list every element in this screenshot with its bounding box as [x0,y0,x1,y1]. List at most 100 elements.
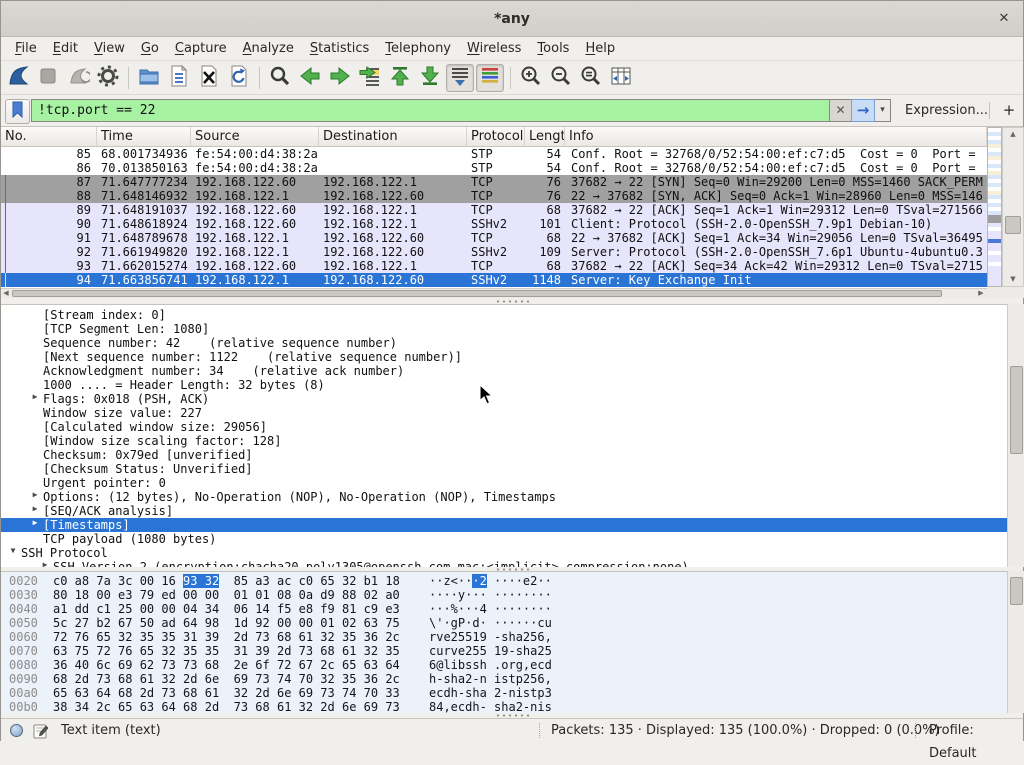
hex-row[interactable]: 00a0 65 63 64 68 2d 73 68 61 32 2d 6e 69… [1,686,1007,700]
detail-line[interactable]: Sequence number: 42 (relative sequence n… [1,336,1007,350]
zoom-in-button[interactable] [517,64,545,92]
detail-line[interactable]: [Calculated window size: 29056] [1,420,1007,434]
scrollbar-thumb[interactable] [1005,216,1021,234]
hex-row[interactable]: 0050 5c 27 b2 67 50 ad 64 98 1d 92 00 00… [1,616,1007,630]
scroll-up-arrow-icon[interactable]: ▲ [1003,128,1023,141]
menu-item[interactable]: View [86,37,133,61]
packet-list-vertical-scrollbar[interactable]: ▲ ▼ [1002,127,1024,287]
hex-row[interactable]: 0080 36 40 6c 69 62 73 73 68 2e 6f 72 67… [1,658,1007,672]
expander-icon[interactable] [27,448,43,462]
menu-item[interactable]: Wireless [459,37,529,61]
open-file-button[interactable] [135,64,163,92]
save-file-button[interactable] [165,64,193,92]
auto-scroll-toggle[interactable] [446,64,474,92]
go-back-button[interactable] [296,64,324,92]
display-filter-input[interactable] [31,99,829,122]
hex-row[interactable]: 0040 a1 dd c1 25 00 00 04 34 06 14 f5 e8… [1,602,1007,616]
column-header-protocol[interactable]: Protocol [467,127,525,146]
expander-icon[interactable] [27,336,43,350]
column-header-destination[interactable]: Destination [319,127,467,146]
detail-line[interactable]: ▶ [SEQ/ACK analysis] [1,504,1007,518]
capture-options-button[interactable] [94,64,122,92]
expander-icon[interactable] [27,462,43,476]
go-forward-button[interactable] [326,64,354,92]
hex-ascii[interactable]: ···%···4 ········ [421,602,552,616]
detail-line[interactable]: [Stream index: 0] [1,308,1007,322]
close-window-button[interactable]: ✕ [995,10,1013,28]
hex-row[interactable]: 0030 80 18 00 e3 79 ed 00 00 01 01 08 0a… [1,588,1007,602]
menu-item[interactable]: Edit [45,37,86,61]
column-header-no[interactable]: No. [1,127,97,146]
menu-item[interactable]: Tools [529,37,577,61]
stop-capture-button[interactable] [34,64,62,92]
hex-bytes[interactable]: 63 75 72 76 65 32 35 35 31 39 2d 73 68 6… [53,644,421,658]
go-first-packet-button[interactable] [386,64,414,92]
scroll-left-arrow-icon[interactable]: ◀ [1,289,11,298]
scrollbar-thumb[interactable] [1010,577,1023,605]
menu-item[interactable]: File [7,37,45,61]
capture-comment-icon[interactable] [33,723,49,743]
hex-ascii[interactable]: ··z<···2 ····e2·· [421,574,552,588]
expander-icon[interactable]: ▶ [27,490,43,504]
find-packet-button[interactable] [266,64,294,92]
filter-apply-button[interactable]: → [851,99,875,122]
hex-row[interactable]: 0060 72 76 65 32 35 35 31 39 2d 73 68 61… [1,630,1007,644]
column-header-source[interactable]: Source [191,127,319,146]
detail-line[interactable]: ▼ SSH Protocol [1,546,1007,560]
hex-bytes[interactable]: 38 34 2c 65 63 64 68 2d 73 68 61 32 2d 6… [53,700,421,713]
add-filter-button[interactable]: + [999,99,1019,122]
go-to-packet-button[interactable] [356,64,384,92]
profile-label[interactable]: Profile: Default [929,719,1023,743]
filter-bookmark-button[interactable] [5,99,30,124]
packet-row[interactable]: 89 71.648191037 192.168.122.60 192.168.1… [1,203,987,217]
scroll-down-arrow-icon[interactable]: ▼ [1003,273,1023,286]
packet-row[interactable]: 91 71.648789678 192.168.122.1 192.168.12… [1,231,987,245]
hex-row[interactable]: 0070 63 75 72 76 65 32 35 35 31 39 2d 73… [1,644,1007,658]
expander-icon[interactable]: ▼ [5,546,21,560]
packet-row[interactable]: 88 71.648146932 192.168.122.1 192.168.12… [1,189,987,203]
detail-line[interactable]: TCP payload (1080 bytes) [1,532,1007,546]
detail-line[interactable]: [Next sequence number: 1122 (relative se… [1,350,1007,364]
menu-item[interactable]: Help [577,37,623,61]
hex-ascii[interactable]: curve255 19-sha25 [421,644,552,658]
hex-ascii[interactable]: ecdh-sha 2-nistp3 [421,686,552,700]
hex-bytes[interactable]: 65 63 64 68 2d 73 68 61 32 2d 6e 69 73 7… [53,686,421,700]
detail-line[interactable]: [Window size scaling factor: 128] [1,434,1007,448]
hex-ascii[interactable]: 84,ecdh- sha2-nis [421,700,552,713]
zoom-reset-button[interactable] [577,64,605,92]
close-file-button[interactable] [195,64,223,92]
detail-line[interactable]: 1000 .... = Header Length: 32 bytes (8) [1,378,1007,392]
detail-line[interactable]: Window size value: 227 [1,406,1007,420]
colorize-toggle[interactable] [476,64,504,92]
expander-icon[interactable] [27,476,43,490]
hex-bytes[interactable]: 72 76 65 32 35 35 31 39 2d 73 68 61 32 3… [53,630,421,644]
restart-capture-button[interactable] [64,64,92,92]
packet-row[interactable]: 94 71.663856741 192.168.122.1 192.168.12… [1,273,987,287]
expander-icon[interactable] [27,420,43,434]
hex-ascii[interactable]: \'·gP·d· ······cu [421,616,552,630]
title-bar[interactable]: *any ✕ [1,1,1023,37]
expander-icon[interactable] [27,308,43,322]
detail-line[interactable]: Checksum: 0x79ed [unverified] [1,448,1007,462]
expander-icon[interactable] [27,406,43,420]
expander-icon[interactable]: ▶ [27,518,43,532]
column-header-info[interactable]: Info [565,127,987,146]
expander-icon[interactable] [27,434,43,448]
detail-line[interactable]: ▶ Flags: 0x018 (PSH, ACK) [1,392,1007,406]
menu-item[interactable]: Statistics [302,37,377,61]
detail-line[interactable]: ▶ SSH Version 2 (encryption:chacha20-pol… [1,560,1007,567]
packet-list-horizontal-scrollbar[interactable]: ◀ ▶ [1,288,987,298]
packet-row[interactable]: 86 70.013850163 fe:54:00:d4:38:2a STP 54… [1,161,987,175]
scrollbar-thumb[interactable] [1010,366,1023,454]
menu-item[interactable]: Go [133,37,167,61]
scroll-right-arrow-icon[interactable]: ▶ [976,289,986,298]
hex-bytes[interactable]: 5c 27 b2 67 50 ad 64 98 1d 92 00 00 01 0… [53,616,421,630]
detail-line[interactable]: ▶ Options: (12 bytes), No-Operation (NOP… [1,490,1007,504]
packet-row[interactable]: 87 71.647777234 192.168.122.60 192.168.1… [1,175,987,189]
hex-row[interactable]: 00b0 38 34 2c 65 63 64 68 2d 73 68 61 32… [1,700,1007,713]
hex-ascii[interactable]: ····y··· ········ [421,588,552,602]
zoom-out-button[interactable] [547,64,575,92]
hex-bytes[interactable]: 36 40 6c 69 62 73 73 68 2e 6f 72 67 2c 6… [53,658,421,672]
hex-bytes[interactable]: c0 a8 7a 3c 00 16 93 32 85 a3 ac c0 65 3… [53,574,421,588]
menu-item[interactable]: Capture [167,37,235,61]
